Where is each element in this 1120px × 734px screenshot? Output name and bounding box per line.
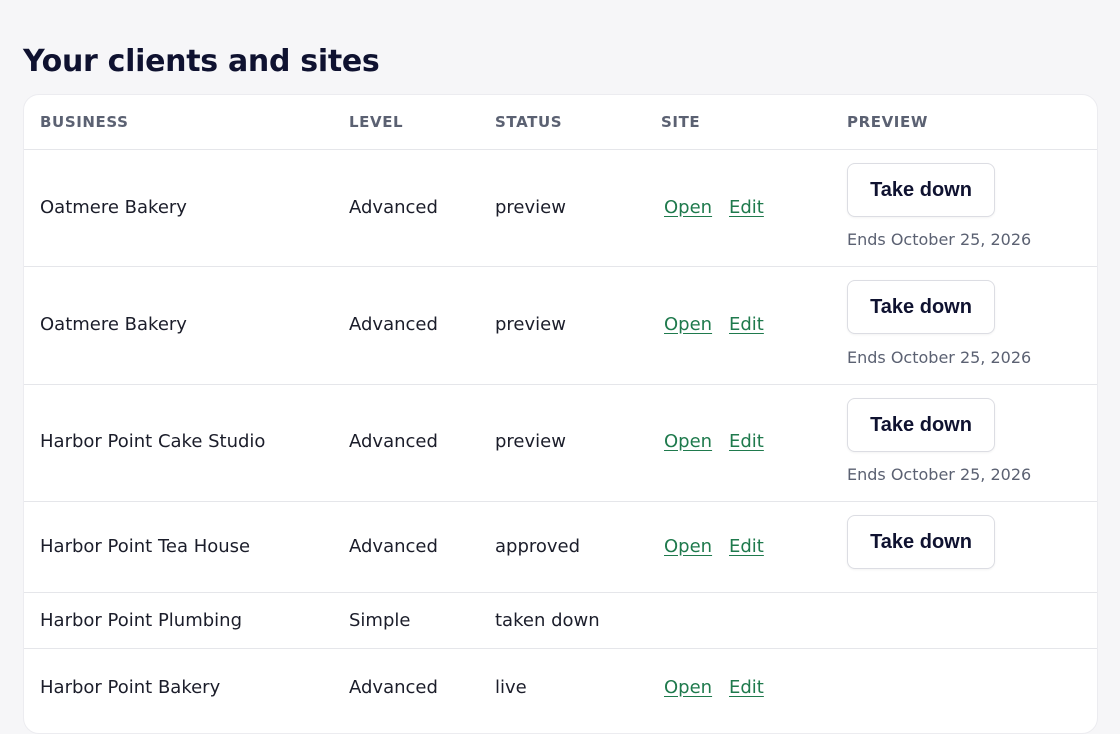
column-header-status: STATUS (495, 113, 563, 131)
column-header-site: SITE (661, 113, 701, 131)
status-value: preview (495, 314, 566, 335)
table-row: Harbor Point Tea House Advanced approved… (24, 502, 1097, 593)
level-value: Advanced (349, 197, 438, 218)
column-header-preview: PREVIEW (847, 113, 928, 131)
take-down-button[interactable]: Take down (847, 280, 995, 334)
edit-site-link[interactable]: Edit (729, 536, 764, 557)
business-name: Oatmere Bakery (40, 314, 187, 335)
table-row: Oatmere Bakery Advanced preview Open Edi… (24, 267, 1097, 385)
table-row: Harbor Point Cake Studio Advanced previe… (24, 385, 1097, 502)
edit-site-link[interactable]: Edit (729, 677, 764, 698)
open-site-link[interactable]: Open (664, 314, 712, 335)
preview-end-date: Ends October 25, 2026 (847, 465, 1032, 484)
status-value: preview (495, 197, 566, 218)
level-value: Advanced (349, 677, 438, 698)
status-value: taken down (495, 610, 600, 631)
level-value: Simple (349, 610, 411, 631)
preview-end-date: Ends October 25, 2026 (847, 230, 1032, 249)
table-row: Harbor Point Bakery Advanced live Open E… (24, 649, 1097, 733)
level-value: Advanced (349, 536, 438, 557)
open-site-link[interactable]: Open (664, 536, 712, 557)
status-value: approved (495, 536, 581, 557)
business-name: Harbor Point Plumbing (40, 610, 242, 631)
business-name: Harbor Point Cake Studio (40, 431, 266, 452)
take-down-button[interactable]: Take down (847, 515, 995, 569)
column-header-business: BUSINESS (40, 113, 129, 131)
edit-site-link[interactable]: Edit (729, 431, 764, 452)
business-name: Harbor Point Tea House (40, 536, 251, 557)
clients-table: BUSINESS LEVEL STATUS SITE PREVIEW Oatme… (23, 94, 1098, 734)
column-header-level: LEVEL (349, 113, 404, 131)
status-value: preview (495, 431, 566, 452)
take-down-button[interactable]: Take down (847, 163, 995, 217)
page-title: Your clients and sites (23, 44, 380, 79)
open-site-link[interactable]: Open (664, 677, 712, 698)
table-row: Harbor Point Plumbing Simple taken down (24, 593, 1097, 649)
edit-site-link[interactable]: Edit (729, 197, 764, 218)
business-name: Harbor Point Bakery (40, 677, 221, 698)
preview-end-date: Ends October 25, 2026 (847, 348, 1032, 367)
table-row: Oatmere Bakery Advanced preview Open Edi… (24, 150, 1097, 267)
edit-site-link[interactable]: Edit (729, 314, 764, 335)
level-value: Advanced (349, 431, 438, 452)
open-site-link[interactable]: Open (664, 197, 712, 218)
open-site-link[interactable]: Open (664, 431, 712, 452)
business-name: Oatmere Bakery (40, 197, 187, 218)
level-value: Advanced (349, 314, 438, 335)
table-header-row: BUSINESS LEVEL STATUS SITE PREVIEW (24, 95, 1097, 150)
status-value: live (495, 677, 527, 698)
take-down-button[interactable]: Take down (847, 398, 995, 452)
